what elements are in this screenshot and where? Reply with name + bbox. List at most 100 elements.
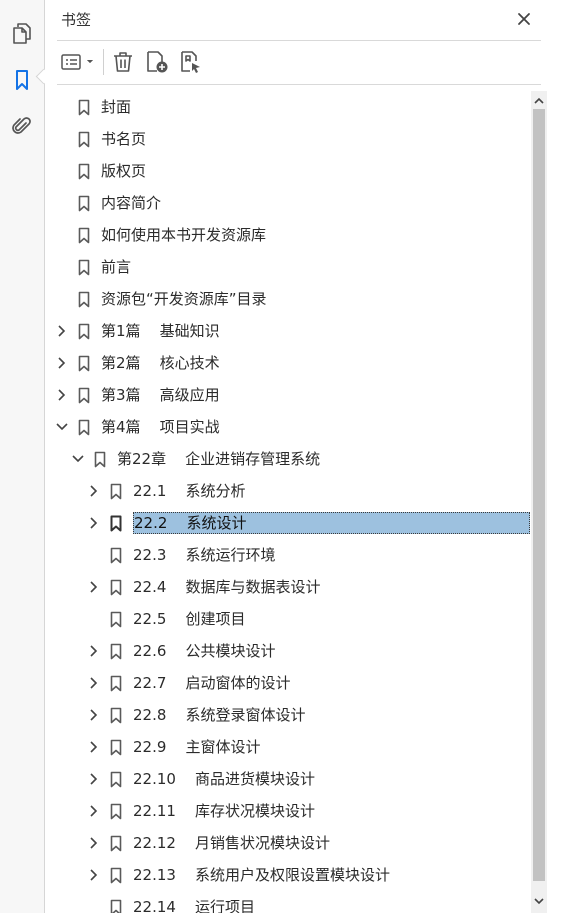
delete-icon[interactable] xyxy=(109,48,137,76)
bookmark-row[interactable]: 22.7 启动窗体的设计 xyxy=(45,667,531,699)
bookmark-row[interactable]: 第4篇 项目实战 xyxy=(45,411,531,443)
chevron-right-icon[interactable] xyxy=(87,580,101,594)
bookmark-label[interactable]: 第4篇 项目实战 xyxy=(101,416,220,438)
bookmark-label[interactable]: 22.10 商品进货模块设计 xyxy=(133,768,315,790)
bookmark-row[interactable]: 22.12 月销售状况模块设计 xyxy=(45,827,531,859)
chevron-right-icon[interactable] xyxy=(87,516,101,530)
bookmark-label[interactable]: 第1篇 基础知识 xyxy=(101,320,220,342)
bookmark-label[interactable]: 22.3 系统运行环境 xyxy=(133,544,275,566)
new-bookmark-icon[interactable] xyxy=(143,48,171,76)
bookmark-row[interactable]: 22.14 运行项目 xyxy=(45,891,531,913)
bookmark-row[interactable]: 22.1 系统分析 xyxy=(45,475,531,507)
bookmark-label[interactable]: 22.1 系统分析 xyxy=(133,480,245,502)
page-thumbnails-icon[interactable] xyxy=(8,19,36,47)
bookmark-icon xyxy=(78,163,90,180)
bookmark-row[interactable]: 22.6 公共模块设计 xyxy=(45,635,531,667)
scroll-up-arrow-icon[interactable] xyxy=(531,93,547,109)
scroll-down-arrow-icon[interactable] xyxy=(531,893,547,909)
bookmark-icon xyxy=(78,259,90,276)
chevron-right-icon[interactable] xyxy=(87,804,101,818)
bookmark-row[interactable]: 22.10 商品进货模块设计 xyxy=(45,763,531,795)
bookmark-row[interactable]: 22.13 系统用户及权限设置模块设计 xyxy=(45,859,531,891)
chevron-right-icon[interactable] xyxy=(55,356,69,370)
bookmark-icon xyxy=(110,739,122,756)
bookmark-icon xyxy=(78,355,90,372)
bookmark-label[interactable]: 封面 xyxy=(101,96,131,118)
bookmark-label[interactable]: 第22章 企业进销存管理系统 xyxy=(117,448,320,470)
bookmark-label[interactable]: 22.8 系统登录窗体设计 xyxy=(133,704,305,726)
bookmark-row[interactable]: 22.5 创建项目 xyxy=(45,603,531,635)
header-divider xyxy=(57,40,541,41)
bookmark-icon xyxy=(78,99,90,116)
chevron-right-icon[interactable] xyxy=(87,644,101,658)
bookmark-row[interactable]: 前言 xyxy=(45,251,531,283)
bookmark-icon xyxy=(110,643,122,660)
bookmark-label[interactable]: 书名页 xyxy=(101,128,146,150)
bookmark-icon xyxy=(110,899,122,913)
chevron-right-icon[interactable] xyxy=(87,676,101,690)
bookmark-label[interactable]: 22.2 系统设计 xyxy=(133,512,530,534)
bookmark-label[interactable]: 资源包“开发资源库”目录 xyxy=(101,288,267,310)
bookmark-label[interactable]: 22.11 库存状况模块设计 xyxy=(133,800,315,822)
chevron-right-icon[interactable] xyxy=(55,324,69,338)
bookmark-row[interactable]: 22.3 系统运行环境 xyxy=(45,539,531,571)
bookmark-label[interactable]: 22.5 创建项目 xyxy=(133,608,245,630)
bookmark-label[interactable]: 版权页 xyxy=(101,160,146,182)
bookmark-label[interactable]: 第3篇 高级应用 xyxy=(101,384,220,406)
bookmark-icon xyxy=(78,227,90,244)
bookmark-label[interactable]: 22.7 启动窗体的设计 xyxy=(133,672,290,694)
bookmark-icon xyxy=(110,547,122,564)
bookmark-icon xyxy=(110,803,122,820)
bookmark-row[interactable]: 封面 xyxy=(45,91,531,123)
bookmark-label[interactable]: 内容简介 xyxy=(101,192,161,214)
bookmark-row[interactable]: 22.9 主窗体设计 xyxy=(45,731,531,763)
close-icon[interactable] xyxy=(513,8,535,30)
chevron-right-icon[interactable] xyxy=(87,868,101,882)
bookmark-row[interactable]: 22.11 库存状况模块设计 xyxy=(45,795,531,827)
bookmark-icon xyxy=(78,387,90,404)
bookmark-row[interactable]: 22.2 系统设计 xyxy=(45,507,531,539)
bookmark-from-structure-icon[interactable] xyxy=(177,48,205,76)
bookmark-row[interactable]: 第22章 企业进销存管理系统 xyxy=(45,443,531,475)
chevron-right-icon[interactable] xyxy=(87,772,101,786)
bookmark-row[interactable]: 第1篇 基础知识 xyxy=(45,315,531,347)
bookmark-icon xyxy=(78,291,90,308)
chevron-right-icon[interactable] xyxy=(87,484,101,498)
chevron-right-icon[interactable] xyxy=(87,708,101,722)
bookmark-row[interactable]: 22.4 数据库与数据表设计 xyxy=(45,571,531,603)
bookmark-label[interactable]: 22.12 月销售状况模块设计 xyxy=(133,832,330,854)
bookmark-row[interactable]: 内容简介 xyxy=(45,187,531,219)
bookmark-label[interactable]: 22.9 主窗体设计 xyxy=(133,736,260,758)
bookmark-label[interactable]: 22.13 系统用户及权限设置模块设计 xyxy=(133,864,390,886)
bookmark-row[interactable]: 如何使用本书开发资源库 xyxy=(45,219,531,251)
options-menu-icon[interactable] xyxy=(59,48,97,76)
scrollbar-thumb[interactable] xyxy=(533,109,545,881)
chevron-right-icon[interactable] xyxy=(55,388,69,402)
bookmarks-panel: 书签 封面 书名页 版权页 内容简介 如何使用本书开发资源库 前言 资源包“开发… xyxy=(45,0,561,913)
bookmark-row[interactable]: 资源包“开发资源库”目录 xyxy=(45,283,531,315)
bookmark-icon xyxy=(110,707,122,724)
vertical-scrollbar[interactable] xyxy=(531,91,547,913)
bookmark-icon xyxy=(94,451,106,468)
bookmark-icon xyxy=(110,835,122,852)
bookmark-row[interactable]: 书名页 xyxy=(45,123,531,155)
bookmark-label[interactable]: 前言 xyxy=(101,256,131,278)
bookmark-icon xyxy=(110,483,122,500)
bookmark-row[interactable]: 第3篇 高级应用 xyxy=(45,379,531,411)
chevron-right-icon[interactable] xyxy=(87,836,101,850)
bookmark-row[interactable]: 22.8 系统登录窗体设计 xyxy=(45,699,531,731)
bookmark-label[interactable]: 22.14 运行项目 xyxy=(133,896,255,913)
chevron-down-icon[interactable] xyxy=(71,452,85,466)
bookmark-row[interactable]: 版权页 xyxy=(45,155,531,187)
bookmark-label[interactable]: 如何使用本书开发资源库 xyxy=(101,224,266,246)
chevron-down-icon[interactable] xyxy=(55,420,69,434)
bookmark-icon[interactable] xyxy=(8,66,36,94)
bookmark-label[interactable]: 22.4 数据库与数据表设计 xyxy=(133,576,320,598)
bookmark-row[interactable]: 第2篇 核心技术 xyxy=(45,347,531,379)
left-tool-rail xyxy=(0,0,45,913)
bookmark-label[interactable]: 第2篇 核心技术 xyxy=(101,352,220,374)
bookmark-label[interactable]: 22.6 公共模块设计 xyxy=(133,640,275,662)
paperclip-icon[interactable] xyxy=(8,112,36,140)
bookmark-icon xyxy=(110,675,122,692)
chevron-right-icon[interactable] xyxy=(87,740,101,754)
